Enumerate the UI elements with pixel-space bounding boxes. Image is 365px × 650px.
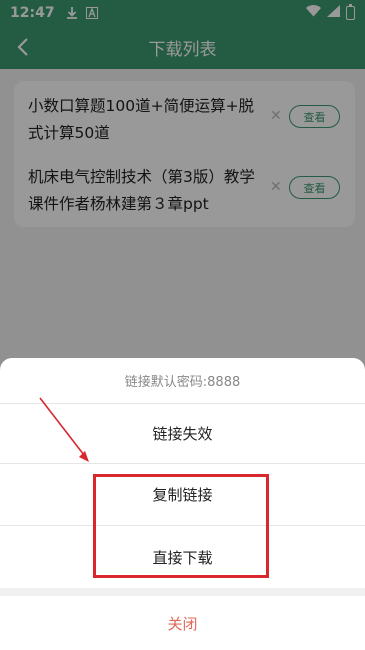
link-invalid-option[interactable]: 链接失效 bbox=[0, 404, 365, 464]
sheet-header: 链接默认密码:8888 bbox=[0, 358, 365, 404]
annotation-box bbox=[93, 474, 269, 578]
close-button[interactable]: 关闭 bbox=[0, 588, 365, 650]
